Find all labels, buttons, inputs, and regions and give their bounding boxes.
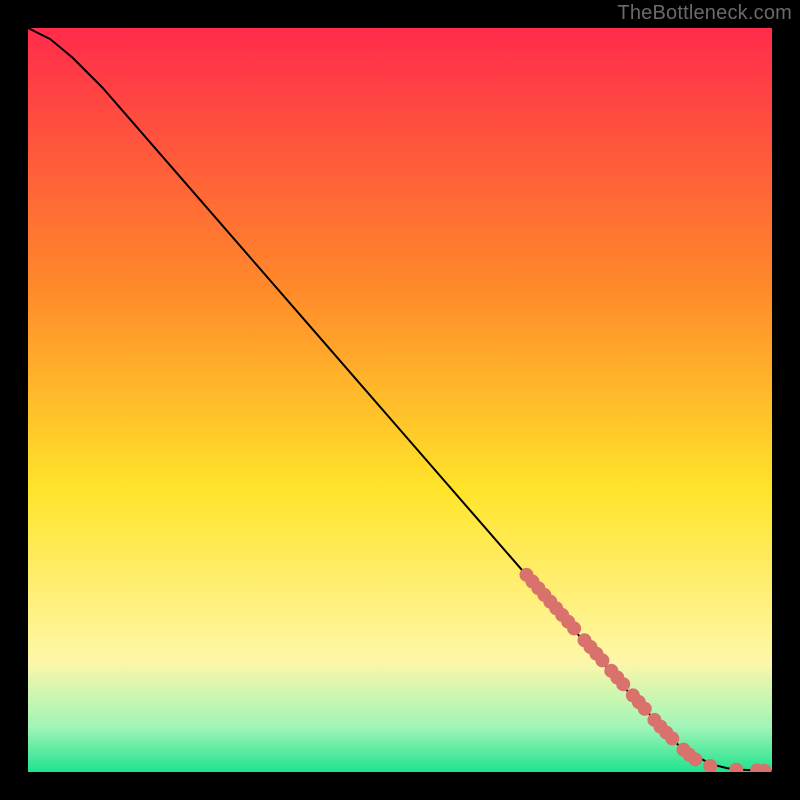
- data-marker: [638, 702, 652, 716]
- chart-frame: TheBottleneck.com: [0, 0, 800, 800]
- gradient-background: [28, 28, 772, 772]
- data-marker: [616, 677, 630, 691]
- data-marker: [665, 732, 679, 746]
- data-marker: [688, 752, 702, 766]
- data-marker: [567, 621, 581, 635]
- attribution-text: TheBottleneck.com: [617, 2, 792, 25]
- plot-area: [28, 28, 772, 772]
- chart-svg: [28, 28, 772, 772]
